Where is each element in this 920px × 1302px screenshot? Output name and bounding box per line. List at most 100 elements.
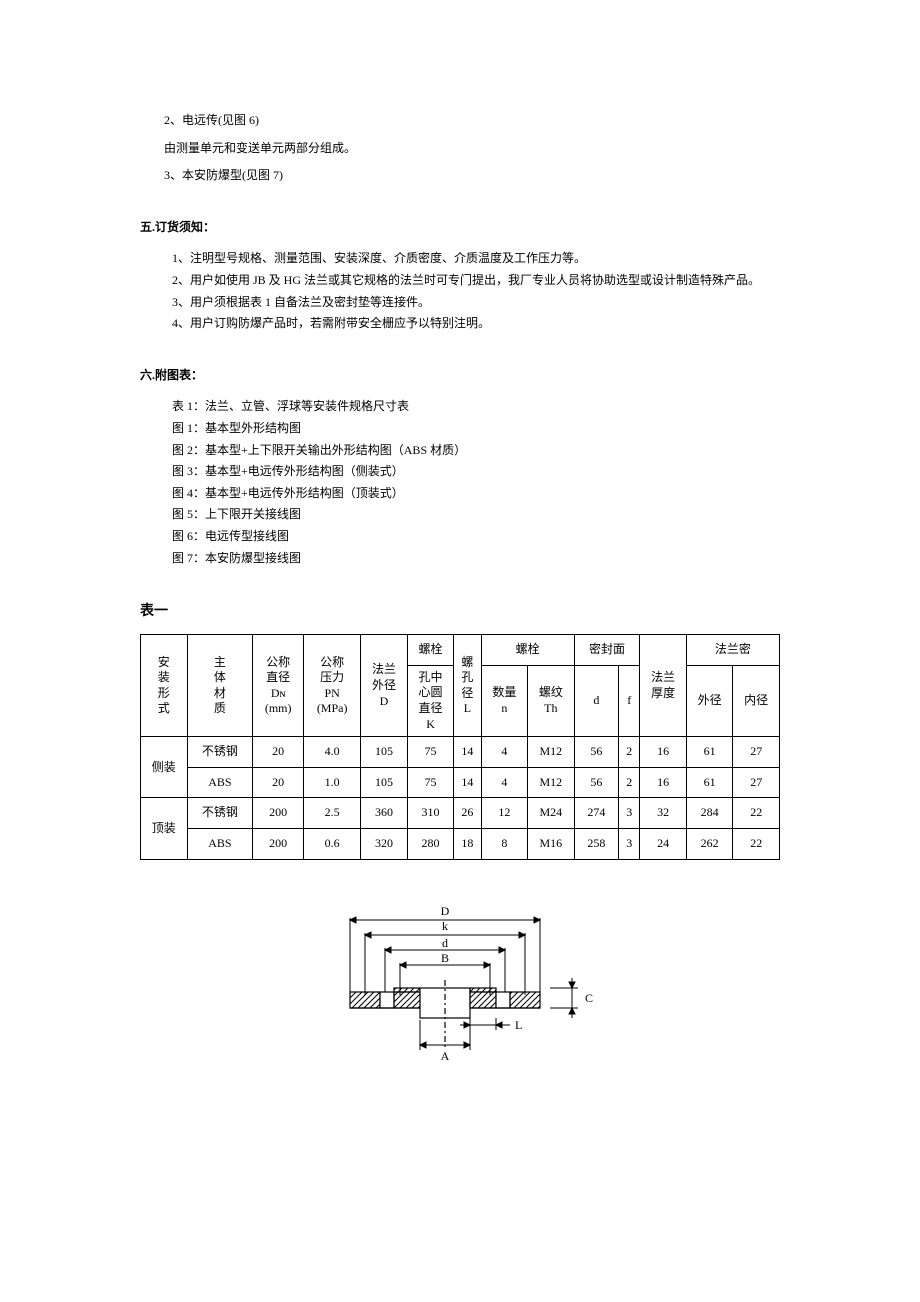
intro-line-2: 由测量单元和变送单元两部分组成。	[140, 138, 780, 160]
cell: 32	[640, 798, 687, 829]
dim-label-A: A	[441, 1049, 450, 1063]
th-K: 孔中 心圆 直径 K	[407, 665, 454, 736]
th-thick: 法兰 厚度	[640, 635, 687, 737]
cell: 20	[253, 767, 304, 798]
dim-label-B: B	[441, 951, 449, 965]
section-5-item: 1、注明型号规格、测量范围、安装深度、介质密度、介质温度及工作压力等。	[140, 248, 780, 270]
section-5-title: 五.订货须知：	[140, 217, 780, 239]
flange-spec-table: 安装形式 主体材质 公称 直径 Dɴ (mm) 公称 压力 PN (MPa) 法…	[140, 634, 780, 859]
cell: 14	[454, 767, 481, 798]
cell: 56	[574, 737, 618, 768]
cell: 105	[361, 767, 408, 798]
cell: 280	[407, 829, 454, 860]
intro-line-1: 2、电远传(见图 6)	[140, 110, 780, 132]
cell: 20	[253, 737, 304, 768]
cell: 27	[733, 737, 780, 768]
cell: 27	[733, 767, 780, 798]
section-5-item: 4、用户订购防爆产品时，若需附带安全栅应予以特别注明。	[140, 313, 780, 335]
cell: 61	[686, 737, 733, 768]
intro-line-3: 3、本安防爆型(见图 7)	[140, 165, 780, 187]
cell: 不锈钢	[187, 737, 253, 768]
cell: 22	[733, 829, 780, 860]
table-row: 顶装 不锈钢 200 2.5 360 310 26 12 M24 274 3 3…	[141, 798, 780, 829]
cell: 4.0	[304, 737, 361, 768]
section-6-item: 表 1：法兰、立管、浮球等安装件规格尺寸表	[140, 396, 780, 418]
th-d: d	[574, 665, 618, 736]
cell: 105	[361, 737, 408, 768]
section-6-item: 图 4：基本型+电远传外形结构图（顶装式）	[140, 483, 780, 505]
cell: 56	[574, 767, 618, 798]
table-row: 侧装 不锈钢 20 4.0 105 75 14 4 M12 56 2 16 61…	[141, 737, 780, 768]
cell: 274	[574, 798, 618, 829]
table-row: ABS 20 1.0 105 75 14 4 M12 56 2 16 61 27	[141, 767, 780, 798]
cell: 22	[733, 798, 780, 829]
flange-diagram: D k d B	[140, 900, 780, 1088]
section-6-item: 图 3：基本型+电远传外形结构图（侧装式）	[140, 461, 780, 483]
th-Th: 螺纹 Th	[528, 665, 575, 736]
section-5: 五.订货须知： 1、注明型号规格、测量范围、安装深度、介质密度、介质温度及工作压…	[140, 217, 780, 335]
th-dn: 公称 直径 Dɴ (mm)	[253, 635, 304, 737]
th-pn: 公称 压力 PN (MPa)	[304, 635, 361, 737]
cell: 258	[574, 829, 618, 860]
th-bolt-group-1: 螺栓	[407, 635, 454, 666]
cell: 16	[640, 767, 687, 798]
th-f: f	[619, 665, 640, 736]
th-od: 外径	[686, 665, 733, 736]
cell: M12	[528, 767, 575, 798]
th-material: 主体材质	[187, 635, 253, 737]
th-flange-seal-group: 法兰密	[686, 635, 779, 666]
cell: 75	[407, 767, 454, 798]
table-row: ABS 200 0.6 320 280 18 8 M16 258 3 24 26…	[141, 829, 780, 860]
section-6-item: 图 2：基本型+上下限开关输出外形结构图（ABS 材质）	[140, 440, 780, 462]
cell: 4	[481, 767, 528, 798]
cell: 3	[619, 798, 640, 829]
cell: 75	[407, 737, 454, 768]
th-D: 法兰 外径 D	[361, 635, 408, 737]
cell: 200	[253, 829, 304, 860]
th-id: 内径	[733, 665, 780, 736]
section-6: 六.附图表： 表 1：法兰、立管、浮球等安装件规格尺寸表 图 1：基本型外形结构…	[140, 365, 780, 569]
cell: 18	[454, 829, 481, 860]
cell-group: 侧装	[141, 737, 188, 798]
cell: 2	[619, 767, 640, 798]
cell: ABS	[187, 767, 253, 798]
cell: 1.0	[304, 767, 361, 798]
cell: 12	[481, 798, 528, 829]
section-5-item: 3、用户须根据表 1 自备法兰及密封垫等连接件。	[140, 292, 780, 314]
dim-label-d: d	[442, 936, 448, 950]
cell: M24	[528, 798, 575, 829]
cell: 2.5	[304, 798, 361, 829]
cell: 3	[619, 829, 640, 860]
dim-label-k: k	[442, 919, 448, 933]
th-seal-group: 密封面	[574, 635, 640, 666]
cell: 200	[253, 798, 304, 829]
section-6-item: 图 5：上下限开关接线图	[140, 504, 780, 526]
cell: 284	[686, 798, 733, 829]
cell: 4	[481, 737, 528, 768]
cell: M16	[528, 829, 575, 860]
cell: 24	[640, 829, 687, 860]
cell: 262	[686, 829, 733, 860]
section-6-title: 六.附图表：	[140, 365, 780, 387]
cell: M12	[528, 737, 575, 768]
cell: 320	[361, 829, 408, 860]
cell: 16	[640, 737, 687, 768]
th-L: 螺 孔 径 L	[454, 635, 481, 737]
section-5-item: 2、用户如使用 JB 及 HG 法兰或其它规格的法兰时可专门提出，我厂专业人员将…	[140, 270, 780, 292]
table-1-title: 表一	[140, 599, 780, 624]
cell: 360	[361, 798, 408, 829]
flange-diagram-svg: D k d B	[310, 900, 610, 1080]
intro-section: 2、电远传(见图 6) 由测量单元和变送单元两部分组成。 3、本安防爆型(见图 …	[140, 110, 780, 187]
cell: ABS	[187, 829, 253, 860]
section-6-item: 图 1：基本型外形结构图	[140, 418, 780, 440]
cell-group: 顶装	[141, 798, 188, 859]
cell: 14	[454, 737, 481, 768]
cell: 61	[686, 767, 733, 798]
dim-label-L: L	[515, 1018, 522, 1032]
cell: 310	[407, 798, 454, 829]
cell: 26	[454, 798, 481, 829]
section-6-item: 图 7：本安防爆型接线图	[140, 548, 780, 570]
cell: 2	[619, 737, 640, 768]
dim-label-D: D	[441, 904, 450, 918]
section-6-item: 图 6：电远传型接线图	[140, 526, 780, 548]
